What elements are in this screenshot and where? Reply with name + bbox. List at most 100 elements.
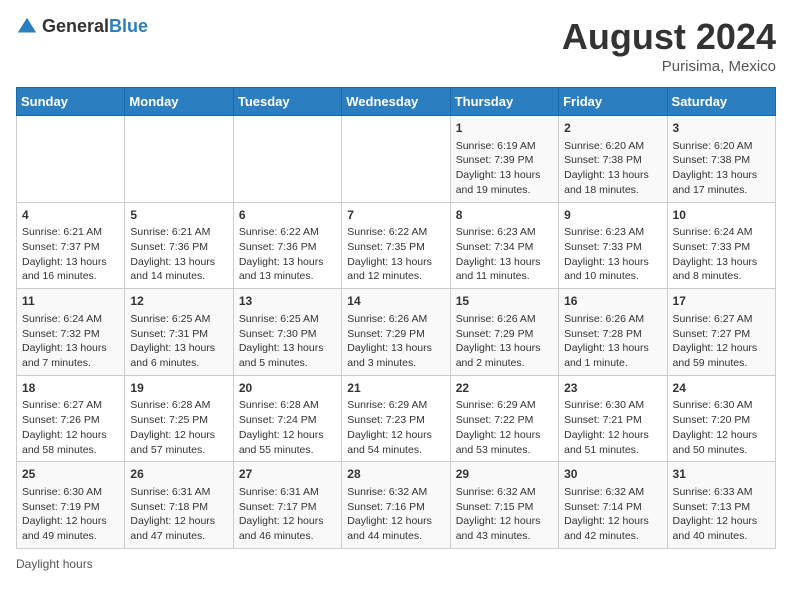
day-info: Sunrise: 6:23 AM Sunset: 7:34 PM Dayligh… <box>456 225 553 284</box>
day-info: Sunrise: 6:33 AM Sunset: 7:13 PM Dayligh… <box>673 485 770 544</box>
day-info: Sunrise: 6:26 AM Sunset: 7:29 PM Dayligh… <box>347 312 444 371</box>
day-info: Sunrise: 6:31 AM Sunset: 7:17 PM Dayligh… <box>239 485 336 544</box>
day-info: Sunrise: 6:26 AM Sunset: 7:28 PM Dayligh… <box>564 312 661 371</box>
calendar-cell: 27 Sunrise: 6:31 AM Sunset: 7:17 PM Dayli… <box>233 462 341 549</box>
day-number: 16 <box>564 293 661 310</box>
calendar-week-row: 18Sunrise: 6:27 AM Sunset: 7:26 PM Dayli… <box>17 375 776 462</box>
day-number: 24 <box>673 380 770 397</box>
calendar-cell: 28Sunrise: 6:32 AM Sunset: 7:16 PM Dayli… <box>342 462 450 549</box>
calendar-cell: 12 Sunrise: 6:25 AM Sunset: 7:31 PM Dayli… <box>125 289 233 376</box>
calendar-week-row: 4Sunrise: 6:21 AM Sunset: 7:37 PM Daylig… <box>17 202 776 289</box>
calendar-cell: 17 Sunrise: 6:27 AM Sunset: 7:27 PM Dayli… <box>667 289 775 376</box>
day-info: Sunrise: 6:21 AM Sunset: 7:37 PM Dayligh… <box>22 225 119 284</box>
footer: Daylight hours <box>16 557 776 571</box>
day-info: Sunrise: 6:29 AM Sunset: 7:23 PM Dayligh… <box>347 398 444 457</box>
calendar-cell: 25Sunrise: 6:30 AM Sunset: 7:19 PM Dayli… <box>17 462 125 549</box>
logo-icon <box>16 16 38 38</box>
logo: GeneralBlue <box>16 16 148 38</box>
day-number: 22 <box>456 380 553 397</box>
calendar-cell: 24Sunrise: 6:30 AM Sunset: 7:20 PM Dayli… <box>667 375 775 462</box>
day-info: Sunrise: 6:22 AM Sunset: 7:35 PM Dayligh… <box>347 225 444 284</box>
day-info: Sunrise: 6:32 AM Sunset: 7:15 PM Dayligh… <box>456 485 553 544</box>
day-info: Sunrise: 6:25 AM Sunset: 7:31 PM Dayligh… <box>130 312 227 371</box>
day-info: Sunrise: 6:27 AM Sunset: 7:26 PM Dayligh… <box>22 398 119 457</box>
calendar-cell: 10Sunrise: 6:24 AM Sunset: 7:33 PM Dayli… <box>667 202 775 289</box>
day-number: 18 <box>22 380 119 397</box>
calendar-cell: 6Sunrise: 6:22 AM Sunset: 7:36 PM Daylig… <box>233 202 341 289</box>
calendar-week-row: 11Sunrise: 6:24 AM Sunset: 7:32 PM Dayli… <box>17 289 776 376</box>
day-number: 21 <box>347 380 444 397</box>
calendar-cell: 26Sunrise: 6:31 AM Sunset: 7:18 PM Dayli… <box>125 462 233 549</box>
calendar-cell: 5Sunrise: 6:21 AM Sunset: 7:36 PM Daylig… <box>125 202 233 289</box>
calendar-cell: 11Sunrise: 6:24 AM Sunset: 7:32 PM Dayli… <box>17 289 125 376</box>
day-info: Sunrise: 6:19 AM Sunset: 7:39 PM Dayligh… <box>456 139 553 198</box>
calendar-cell: 30Sunrise: 6:32 AM Sunset: 7:14 PM Dayli… <box>559 462 667 549</box>
title-block: August 2024 Purisima, Mexico <box>562 16 776 75</box>
calendar-cell: 9Sunrise: 6:23 AM Sunset: 7:33 PM Daylig… <box>559 202 667 289</box>
day-number: 14 <box>347 293 444 310</box>
day-number: 9 <box>564 207 661 224</box>
day-info: Sunrise: 6:30 AM Sunset: 7:19 PM Dayligh… <box>22 485 119 544</box>
day-number: 5 <box>130 207 227 224</box>
day-of-week-header: Wednesday <box>342 88 450 116</box>
day-number: 4 <box>22 207 119 224</box>
day-info: Sunrise: 6:25 AM Sunset: 7:30 PM Dayligh… <box>239 312 336 371</box>
day-info: Sunrise: 6:24 AM Sunset: 7:33 PM Dayligh… <box>673 225 770 284</box>
day-info: Sunrise: 6:22 AM Sunset: 7:36 PM Dayligh… <box>239 225 336 284</box>
calendar-cell <box>125 116 233 203</box>
calendar-cell: 20Sunrise: 6:28 AM Sunset: 7:24 PM Dayli… <box>233 375 341 462</box>
day-info: Sunrise: 6:27 AM Sunset: 7:27 PM Dayligh… <box>673 312 770 371</box>
calendar-cell: 22Sunrise: 6:29 AM Sunset: 7:22 PM Dayli… <box>450 375 558 462</box>
calendar-cell: 1Sunrise: 6:19 AM Sunset: 7:39 PM Daylig… <box>450 116 558 203</box>
day-number: 23 <box>564 380 661 397</box>
day-info: Sunrise: 6:28 AM Sunset: 7:25 PM Dayligh… <box>130 398 227 457</box>
calendar-cell: 7Sunrise: 6:22 AM Sunset: 7:35 PM Daylig… <box>342 202 450 289</box>
calendar-table: SundayMondayTuesdayWednesdayThursdayFrid… <box>16 87 776 549</box>
day-number: 26 <box>130 466 227 483</box>
calendar-cell: 14 Sunrise: 6:26 AM Sunset: 7:29 PM Dayli… <box>342 289 450 376</box>
calendar-cell: 3Sunrise: 6:20 AM Sunset: 7:38 PM Daylig… <box>667 116 775 203</box>
day-number: 2 <box>564 120 661 137</box>
calendar-cell: 13Sunrise: 6:25 AM Sunset: 7:30 PM Dayli… <box>233 289 341 376</box>
day-info: Sunrise: 6:20 AM Sunset: 7:38 PM Dayligh… <box>564 139 661 198</box>
day-of-week-header: Tuesday <box>233 88 341 116</box>
calendar-subtitle: Purisima, Mexico <box>562 58 776 75</box>
calendar-cell: 21Sunrise: 6:29 AM Sunset: 7:23 PM Dayli… <box>342 375 450 462</box>
day-info: Sunrise: 6:26 AM Sunset: 7:29 PM Dayligh… <box>456 312 553 371</box>
day-info: Sunrise: 6:30 AM Sunset: 7:20 PM Dayligh… <box>673 398 770 457</box>
day-info: Sunrise: 6:23 AM Sunset: 7:33 PM Dayligh… <box>564 225 661 284</box>
calendar-week-row: 1Sunrise: 6:19 AM Sunset: 7:39 PM Daylig… <box>17 116 776 203</box>
calendar-cell: 2 Sunrise: 6:20 AM Sunset: 7:38 PM Daylig… <box>559 116 667 203</box>
day-number: 27 <box>239 466 336 483</box>
day-number: 17 <box>673 293 770 310</box>
day-of-week-header: Saturday <box>667 88 775 116</box>
calendar-cell <box>17 116 125 203</box>
calendar-cell: 23Sunrise: 6:30 AM Sunset: 7:21 PM Dayli… <box>559 375 667 462</box>
day-number: 20 <box>239 380 336 397</box>
calendar-cell: 19Sunrise: 6:28 AM Sunset: 7:25 PM Dayli… <box>125 375 233 462</box>
calendar-cell: 31Sunrise: 6:33 AM Sunset: 7:13 PM Dayli… <box>667 462 775 549</box>
day-info: Sunrise: 6:29 AM Sunset: 7:22 PM Dayligh… <box>456 398 553 457</box>
calendar-cell: 29Sunrise: 6:32 AM Sunset: 7:15 PM Dayli… <box>450 462 558 549</box>
page-header: GeneralBlue August 2024 Purisima, Mexico <box>16 16 776 75</box>
day-of-week-header: Sunday <box>17 88 125 116</box>
calendar-cell: 18Sunrise: 6:27 AM Sunset: 7:26 PM Dayli… <box>17 375 125 462</box>
day-info: Sunrise: 6:24 AM Sunset: 7:32 PM Dayligh… <box>22 312 119 371</box>
day-number: 10 <box>673 207 770 224</box>
day-info: Sunrise: 6:32 AM Sunset: 7:16 PM Dayligh… <box>347 485 444 544</box>
calendar-title: August 2024 <box>562 16 776 58</box>
day-info: Sunrise: 6:20 AM Sunset: 7:38 PM Dayligh… <box>673 139 770 198</box>
day-number: 8 <box>456 207 553 224</box>
calendar-cell <box>233 116 341 203</box>
day-of-week-header: Friday <box>559 88 667 116</box>
day-number: 12 <box>130 293 227 310</box>
calendar-cell <box>342 116 450 203</box>
calendar-cell: 4Sunrise: 6:21 AM Sunset: 7:37 PM Daylig… <box>17 202 125 289</box>
day-info: Sunrise: 6:32 AM Sunset: 7:14 PM Dayligh… <box>564 485 661 544</box>
day-number: 19 <box>130 380 227 397</box>
calendar-header: SundayMondayTuesdayWednesdayThursdayFrid… <box>17 88 776 116</box>
calendar-cell: 16 Sunrise: 6:26 AM Sunset: 7:28 PM Dayli… <box>559 289 667 376</box>
day-info: Sunrise: 6:28 AM Sunset: 7:24 PM Dayligh… <box>239 398 336 457</box>
day-number: 6 <box>239 207 336 224</box>
day-number: 7 <box>347 207 444 224</box>
